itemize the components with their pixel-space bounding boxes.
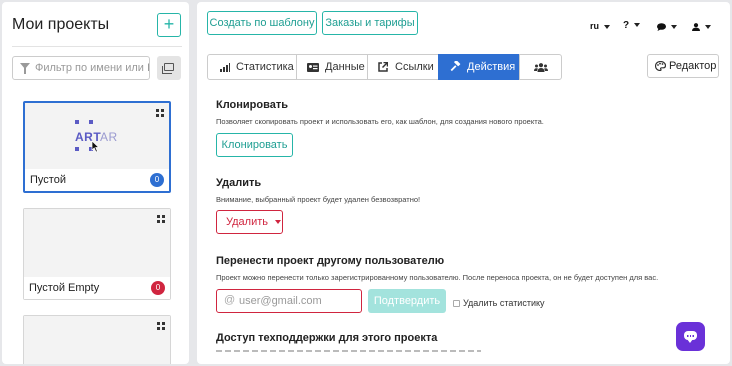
email-field[interactable]: @ — [216, 289, 362, 313]
grid-icon[interactable] — [157, 215, 165, 223]
help-menu[interactable]: ? — [623, 20, 641, 31]
chevron-down-icon — [275, 220, 281, 225]
tab-actions[interactable]: Действия — [438, 54, 520, 80]
hammer-icon — [450, 61, 461, 72]
support-title: Доступ техподдержки для этого проекта — [216, 332, 438, 344]
create-from-template-button[interactable]: Создать по шаблону — [207, 11, 317, 35]
delete-title: Удалить — [216, 177, 262, 189]
support-description-cutoff — [216, 350, 486, 355]
chat-button[interactable] — [676, 322, 705, 351]
tab-label: Статистика — [236, 61, 294, 73]
user-icon — [692, 22, 700, 31]
messages-menu[interactable] — [657, 21, 677, 31]
users-icon — [534, 63, 548, 72]
editor-button[interactable]: Редактор — [647, 54, 719, 78]
editor-label: Редактор — [669, 60, 717, 72]
at-icon: @ — [224, 294, 236, 306]
chevron-down-icon — [671, 24, 677, 29]
delete-description: Внимание, выбранный проект будет удален … — [216, 195, 421, 204]
project-thumbnail — [24, 316, 170, 364]
project-details-panel: Создать по шаблону Заказы и тарифы ru ? … — [197, 2, 730, 364]
bar-chart-icon — [220, 63, 230, 72]
gallery-button[interactable] — [157, 56, 181, 80]
project-count-badge: 0 — [150, 173, 164, 187]
projects-sidebar: Мои проекты + ART AR Пустой — [2, 2, 189, 364]
tab-links[interactable]: Ссылки — [367, 54, 439, 80]
project-name: Пустой — [25, 169, 169, 191]
filter-icon — [20, 63, 30, 74]
project-card[interactable] — [23, 315, 171, 364]
sidebar-title: Мои проекты — [12, 16, 110, 33]
project-card[interactable]: ART AR Пустой 0 — [23, 101, 171, 193]
clone-title: Клонировать — [216, 99, 289, 111]
add-project-button[interactable]: + — [157, 13, 181, 37]
paint-palette-icon — [655, 61, 666, 71]
grid-icon[interactable] — [157, 322, 165, 330]
user-menu[interactable] — [692, 21, 711, 31]
chevron-down-icon — [705, 24, 711, 29]
delete-dropdown-button[interactable]: Удалить — [216, 210, 283, 234]
cursor-icon — [91, 140, 100, 153]
filter-field[interactable] — [12, 56, 150, 80]
delete-statistics-checkbox[interactable] — [453, 300, 460, 307]
chevron-down-icon — [604, 24, 610, 29]
tab-statistics[interactable]: Статистика — [207, 54, 297, 80]
confirm-transfer-button[interactable]: Подтвердить — [368, 289, 446, 313]
clone-button[interactable]: Клонировать — [216, 133, 293, 157]
tab-label: Ссылки — [395, 61, 434, 73]
project-name: Пустой Empty — [24, 277, 170, 299]
transfer-title: Перенести проект другому пользователю — [216, 255, 445, 267]
tab-users[interactable] — [519, 54, 562, 80]
help-icon: ? — [623, 20, 630, 31]
transfer-description: Проект можно перенести только зарегистри… — [216, 273, 659, 282]
project-card[interactable]: Пустой Empty 0 — [23, 208, 171, 300]
email-input[interactable] — [239, 290, 359, 312]
chevron-down-icon — [634, 23, 641, 28]
tab-label: Действия — [467, 61, 516, 73]
divider — [12, 46, 182, 47]
project-count-badge: 0 — [151, 281, 165, 295]
filter-input[interactable] — [35, 57, 149, 79]
language-menu[interactable]: ru — [590, 21, 610, 31]
tab-data[interactable]: Данные — [296, 54, 368, 80]
delete-statistics-label: Удалить статистику — [463, 298, 545, 308]
grid-icon[interactable] — [156, 109, 164, 117]
delete-label: Удалить — [226, 216, 268, 228]
orders-tariffs-button[interactable]: Заказы и тарифы — [322, 11, 418, 35]
comment-icon — [657, 22, 666, 31]
language-label: ru — [590, 21, 599, 31]
external-link-icon — [378, 62, 388, 72]
tab-label: Данные — [325, 61, 365, 73]
project-thumbnail — [24, 209, 170, 278]
id-card-icon — [307, 63, 319, 72]
clone-description: Позволяет скопировать проект и использов… — [216, 117, 544, 126]
project-thumbnail: ART AR — [25, 103, 169, 171]
